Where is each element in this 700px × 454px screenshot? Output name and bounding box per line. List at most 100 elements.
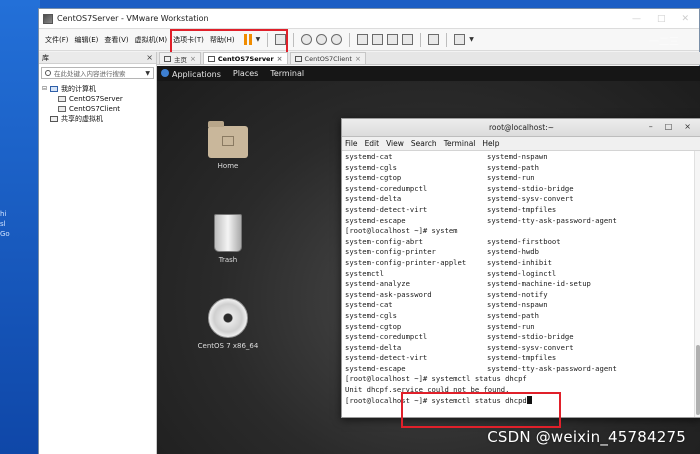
chevron-down-icon[interactable]: ▼ [145, 70, 150, 77]
minimize-button[interactable]: — [632, 14, 641, 24]
terminal-text: systemd-notify [487, 289, 548, 299]
terminal-text: systemctl [345, 268, 384, 278]
terminal-line: systemd-analyze systemd-machine-id-setup [345, 279, 700, 290]
terminal-menu-help[interactable]: Help [482, 139, 499, 148]
tab-centos7client[interactable]: CentOS7Client × [289, 52, 366, 64]
terminal-line: systemd-escape systemd-tty-ask-password-a… [345, 216, 700, 227]
terminal-text: systemd-nspawn [487, 300, 548, 310]
tree-item-centos7server[interactable]: CentOS7Server [42, 94, 153, 104]
tab-label: CentOS7Server [217, 54, 274, 63]
menu-edit[interactable]: 编辑(E) [72, 35, 102, 45]
terminal-text: systemd-machine-id-setup [487, 279, 591, 289]
highlight-box [401, 392, 561, 428]
terminal-menu-file[interactable]: File [345, 139, 358, 148]
vm-icon [58, 96, 66, 102]
minimize-icon[interactable]: – [649, 122, 653, 131]
terminal-text: systemd-sysv-convert [487, 342, 574, 352]
terminal-text: systemd-sysv-convert [487, 194, 574, 204]
close-button[interactable]: ✕ [681, 14, 689, 24]
terminal-title-bar: root@localhost:~ – □ × [342, 119, 700, 137]
snapshot-icon[interactable] [301, 34, 313, 45]
tree-label: CentOS7Server [69, 95, 123, 103]
terminal-menu-bar: File Edit View Search Terminal Help [342, 137, 700, 151]
tree-label: 共享的虚拟机 [61, 115, 103, 123]
console-view-icon[interactable] [428, 34, 440, 45]
terminal-line: systemd-cat systemd-nspawn [345, 300, 700, 311]
scrollbar-thumb[interactable] [696, 345, 700, 415]
toolbar-separator [446, 32, 448, 47]
vmware-app-icon [43, 13, 53, 24]
close-icon[interactable]: × [355, 55, 361, 63]
terminal-text: systemd-nspawn [487, 152, 548, 161]
terminal-menu-view[interactable]: View [386, 139, 404, 148]
applications-label: Applications [172, 69, 221, 79]
toolbar-separator [349, 32, 351, 47]
library-header: 库 × [39, 52, 156, 64]
terminal-line: systemd-delta systemd-sysv-convert [345, 194, 700, 205]
close-icon[interactable]: × [684, 122, 691, 131]
terminal-text: systemd-escape [345, 363, 406, 373]
stretch-view-icon[interactable] [454, 34, 466, 45]
unity-icon[interactable] [402, 34, 414, 45]
home-folder-icon [208, 121, 248, 158]
window-title: CentOS7Server - VMware Workstation [57, 14, 209, 23]
tab-home[interactable]: 主页 × [159, 52, 201, 64]
desktop-label: CentOS 7 x86_64 [197, 342, 259, 350]
fullscreen-icon[interactable] [387, 34, 399, 45]
terminal-text: systemd-loginctl [487, 268, 557, 278]
tree-label: 我的计算机 [61, 85, 96, 93]
terminal-text: systemd-tmpfiles [487, 204, 557, 214]
terminal-text: systemd-cgls [345, 162, 397, 172]
terminal-text: systemd-tty-ask-password-agent [487, 363, 617, 373]
terminal-line: systemd-coredumpctl systemd-stdio-bridge [345, 332, 700, 343]
snapshot-manager-icon[interactable] [331, 34, 343, 45]
terminal-line: systemd-cgtop systemd-run [345, 173, 700, 184]
menu-view[interactable]: 查看(V) [101, 35, 131, 45]
screen: hi sl Go CentOS7Server - VMware Workstat… [0, 0, 700, 454]
terminal-text: systemd-path [487, 310, 539, 320]
revert-snapshot-icon[interactable] [316, 34, 328, 45]
terminal-menu-search[interactable]: Search [411, 139, 437, 148]
places-menu[interactable]: Places [233, 69, 258, 78]
terminal-menu-terminal[interactable]: Terminal [444, 139, 476, 148]
maximize-icon[interactable]: □ [665, 122, 673, 131]
vm-tab-icon [207, 55, 215, 62]
tree-item-centos7client[interactable]: CentOS7Client [42, 104, 153, 114]
terminal-text: systemd-cgtop [345, 173, 402, 183]
desktop-icon-disc[interactable]: CentOS 7 x86_64 [191, 298, 265, 350]
collapse-icon[interactable]: ⊟ [42, 84, 48, 94]
library-view-icon[interactable] [357, 34, 369, 45]
menu-file[interactable]: 文件(F) [42, 35, 72, 45]
terminal-title: root@localhost:~ [488, 123, 554, 132]
guest-screen[interactable]: Applications Places Terminal Home Trash … [157, 66, 700, 454]
maximize-button[interactable]: □ [657, 14, 666, 24]
library-tree: ⊟ 我的计算机 CentOS7Server CentOS7Client 共享的虚… [39, 82, 156, 126]
terminal-text: systemd-coredumpctl [345, 332, 428, 342]
close-icon[interactable]: × [277, 55, 283, 63]
terminal-menu[interactable]: Terminal [270, 69, 304, 78]
search-placeholder: 在此处键入内容进行搜索 [54, 70, 126, 78]
close-icon[interactable]: × [190, 55, 196, 63]
close-icon[interactable]: × [146, 53, 153, 62]
window-controls: — □ ✕ [632, 14, 699, 24]
library-search-input[interactable]: 在此处键入内容进行搜索 ▼ [41, 67, 154, 79]
terminal-scrollbar[interactable] [694, 151, 700, 417]
menu-vm[interactable]: 虚拟机(M) [132, 35, 171, 45]
tree-item-my-computer[interactable]: ⊟ 我的计算机 [42, 84, 153, 94]
tab-centos7server[interactable]: CentOS7Server × [202, 52, 288, 64]
library-panel: 库 × 在此处键入内容进行搜索 ▼ ⊟ 我的计算机 CentOS7Server [39, 52, 157, 454]
terminal-text: system-config-printer [345, 247, 436, 257]
applications-menu[interactable]: Applications [161, 68, 221, 79]
terminal-menu-edit[interactable]: Edit [365, 139, 380, 148]
terminal-text: systemd-stdio-bridge [487, 332, 574, 342]
terminal-output[interactable]: systemd-cat systemd-nspawn systemd-cgls sys… [342, 151, 700, 417]
thumbnail-view-icon[interactable] [372, 34, 384, 45]
chevron-down-icon[interactable]: ▼ [469, 36, 474, 43]
tree-item-shared-vms[interactable]: 共享的虚拟机 [42, 114, 153, 124]
tab-label: CentOS7Client [304, 54, 352, 63]
terminal-window[interactable]: root@localhost:~ – □ × File Edit View Se… [341, 118, 700, 418]
desktop-icon-home[interactable]: Home [198, 121, 258, 170]
terminal-text: systemd-run [487, 321, 535, 331]
desktop-icon-trash[interactable]: Trash [198, 214, 258, 264]
terminal-line: systemd-delta systemd-sysv-convert [345, 343, 700, 354]
